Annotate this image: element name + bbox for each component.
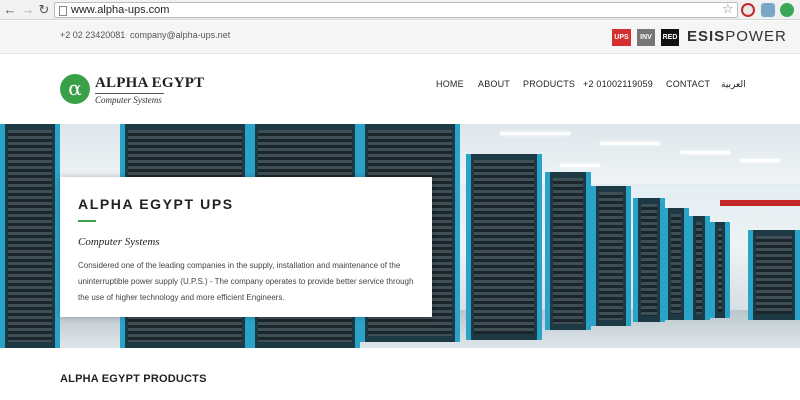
hero-description: Considered one of the leading companies … <box>78 261 414 302</box>
server-rack <box>688 216 710 320</box>
server-rack <box>466 154 542 340</box>
address-bar[interactable]: www.alpha-ups.com <box>54 2 738 18</box>
hero-subtitle: Computer Systems <box>78 236 160 248</box>
server-rack <box>663 208 689 320</box>
extension-camera-icon[interactable] <box>761 3 775 17</box>
hero-card: ALPHA EGYPT UPS Computer Systems Conside… <box>60 177 432 317</box>
ceiling-light <box>740 159 780 162</box>
address-url[interactable]: www.alpha-ups.com <box>71 4 169 17</box>
server-rack <box>545 172 591 330</box>
ceiling-light <box>600 142 660 145</box>
nav-home[interactable]: HOME <box>436 79 464 89</box>
nav-arabic-language[interactable]: العربية <box>721 79 746 90</box>
hero-banner: ALPHA EGYPT UPS Computer Systems Conside… <box>0 124 800 348</box>
page-icon <box>59 6 67 16</box>
hero-title: ALPHA EGYPT UPS <box>78 196 234 212</box>
server-rack <box>633 198 665 322</box>
logo-title[interactable]: ALPHA EGYPT <box>95 75 204 92</box>
alpha-logo-icon[interactable]: α <box>60 74 90 104</box>
brand-red-logo[interactable]: RED <box>661 29 679 46</box>
logo-subtitle: Computer Systems <box>95 93 164 105</box>
bookmark-star-icon[interactable]: ☆ <box>722 1 734 17</box>
server-rack <box>591 186 631 326</box>
contact-bar: +2 02 23420081 company@alpha-ups.net UPS… <box>0 21 800 54</box>
back-icon[interactable]: ← <box>2 2 18 18</box>
extension-block-icon[interactable] <box>741 3 755 17</box>
extension-green-icon[interactable] <box>780 3 794 17</box>
brand-inv-logo[interactable]: INV <box>637 29 655 46</box>
server-rack <box>748 230 800 320</box>
contact-email[interactable]: company@alpha-ups.net <box>130 30 230 40</box>
brand-ups-logo[interactable]: UPS <box>612 29 631 46</box>
ceiling-light <box>560 164 600 167</box>
server-rack <box>710 222 730 318</box>
forward-icon[interactable]: → <box>20 2 36 18</box>
browser-toolbar: ← → ↻ www.alpha-ups.com ☆ <box>0 0 800 20</box>
nav-phone[interactable]: +2 01002119059 <box>583 79 653 89</box>
nav-about[interactable]: ABOUT <box>478 79 510 89</box>
contact-phone[interactable]: +2 02 23420081 <box>60 30 125 40</box>
reload-icon[interactable]: ↻ <box>36 2 52 18</box>
red-beam <box>720 200 800 206</box>
hero-accent-rule <box>78 220 96 222</box>
site-header: α ALPHA EGYPT Computer Systems HOME ABOU… <box>0 54 800 124</box>
brand-esispower-logo[interactable]: ESISPOWER <box>687 27 787 45</box>
ceiling-light <box>680 151 730 154</box>
esis-power-text: POWER <box>725 28 787 45</box>
nav-products[interactable]: PRODUCTS <box>523 79 575 89</box>
esis-bold-text: ESIS <box>687 28 726 45</box>
server-rack <box>0 124 60 348</box>
ceiling-light <box>500 132 570 135</box>
nav-contact[interactable]: CONTACT <box>666 79 710 89</box>
products-section-title: ALPHA EGYPT PRODUCTS <box>60 373 207 385</box>
